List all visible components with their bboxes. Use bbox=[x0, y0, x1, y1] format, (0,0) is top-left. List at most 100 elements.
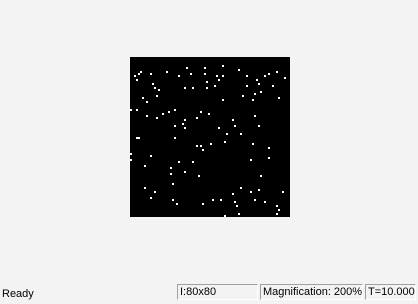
live-cell bbox=[146, 101, 148, 103]
live-cell bbox=[150, 155, 152, 157]
live-cell bbox=[170, 173, 172, 175]
live-cell bbox=[196, 117, 198, 119]
live-cell bbox=[192, 161, 194, 163]
live-cell bbox=[172, 199, 174, 201]
live-cell bbox=[204, 67, 206, 69]
live-cell bbox=[176, 203, 178, 205]
live-cell bbox=[200, 145, 202, 147]
live-cell bbox=[222, 65, 224, 67]
live-cell bbox=[134, 75, 136, 77]
live-cell bbox=[238, 69, 240, 71]
live-cell bbox=[130, 109, 132, 111]
live-cell bbox=[192, 87, 194, 89]
live-cell bbox=[198, 175, 200, 177]
live-cell bbox=[202, 203, 204, 205]
live-cell bbox=[144, 187, 146, 189]
live-cell bbox=[152, 83, 154, 85]
live-cell bbox=[158, 89, 160, 91]
live-cell bbox=[220, 199, 222, 201]
live-cell bbox=[226, 133, 228, 135]
live-cell bbox=[216, 75, 218, 77]
live-cell bbox=[276, 71, 278, 73]
live-cell bbox=[130, 159, 132, 161]
live-cell bbox=[204, 73, 206, 75]
live-cell bbox=[234, 201, 236, 203]
live-cell bbox=[218, 79, 220, 81]
status-panel-time: T=10.000 bbox=[365, 284, 416, 300]
live-cell bbox=[250, 191, 252, 193]
live-cell bbox=[224, 141, 226, 143]
live-cell bbox=[150, 197, 152, 199]
live-cell bbox=[202, 149, 204, 151]
live-cell bbox=[272, 85, 274, 87]
live-cell bbox=[218, 127, 220, 129]
workspace-area bbox=[0, 0, 418, 280]
status-panel-magnification: Magnification: 200% bbox=[260, 284, 363, 300]
live-cell bbox=[246, 85, 248, 87]
live-cell bbox=[150, 73, 152, 75]
live-cell bbox=[138, 73, 140, 75]
live-cell bbox=[142, 97, 144, 99]
status-bar: Ready I:80x80 Magnification: 200% T=10.0… bbox=[0, 282, 418, 304]
live-cell bbox=[138, 137, 140, 139]
live-cell bbox=[276, 213, 278, 215]
live-cell bbox=[278, 209, 280, 211]
live-cell bbox=[146, 115, 148, 117]
live-cell bbox=[206, 81, 208, 83]
simulation-grid-canvas[interactable] bbox=[130, 57, 290, 217]
live-cell bbox=[282, 191, 284, 193]
live-cell bbox=[166, 71, 168, 73]
live-cell bbox=[258, 83, 260, 85]
live-cell bbox=[182, 123, 184, 125]
live-cell bbox=[208, 113, 210, 115]
live-cell bbox=[254, 115, 256, 117]
live-cell bbox=[264, 201, 266, 203]
live-cell bbox=[258, 125, 260, 127]
live-cell bbox=[234, 125, 236, 127]
live-cell bbox=[256, 79, 258, 81]
live-cell bbox=[186, 67, 188, 69]
live-cell bbox=[278, 97, 280, 99]
live-cell bbox=[172, 183, 174, 185]
live-cell bbox=[222, 99, 224, 101]
live-cell bbox=[254, 93, 256, 95]
live-cell bbox=[260, 175, 262, 177]
live-cell bbox=[140, 71, 142, 73]
live-cell bbox=[168, 111, 170, 113]
live-cell bbox=[268, 147, 270, 149]
live-cell bbox=[250, 159, 252, 161]
live-cell bbox=[222, 75, 224, 77]
live-cell bbox=[178, 75, 180, 77]
live-cell bbox=[174, 137, 176, 139]
live-cell bbox=[184, 127, 186, 129]
live-cell bbox=[258, 189, 260, 191]
live-cell bbox=[268, 157, 270, 159]
live-cell bbox=[174, 125, 176, 127]
live-cell bbox=[242, 95, 244, 97]
live-cell bbox=[156, 95, 158, 97]
live-cell bbox=[174, 109, 176, 111]
live-cell bbox=[210, 143, 212, 145]
live-cell bbox=[196, 145, 198, 147]
live-cell bbox=[154, 87, 156, 89]
live-cell bbox=[264, 75, 266, 77]
live-cell bbox=[130, 153, 132, 155]
live-cell bbox=[156, 117, 158, 119]
live-cell bbox=[170, 167, 172, 169]
live-cell bbox=[284, 77, 286, 79]
live-cell bbox=[212, 199, 214, 201]
status-ready-text: Ready bbox=[2, 288, 34, 300]
live-cell bbox=[136, 109, 138, 111]
live-cell bbox=[136, 79, 138, 81]
live-cell bbox=[162, 113, 164, 115]
live-cell bbox=[184, 171, 186, 173]
live-cell bbox=[252, 143, 254, 145]
live-cell bbox=[236, 205, 238, 207]
live-cell bbox=[184, 119, 186, 121]
live-cell bbox=[144, 165, 146, 167]
live-cell bbox=[178, 161, 180, 163]
live-cell bbox=[136, 137, 138, 139]
simulation-grid-view[interactable] bbox=[130, 57, 290, 217]
live-cell bbox=[240, 187, 242, 189]
live-cell bbox=[260, 91, 262, 93]
